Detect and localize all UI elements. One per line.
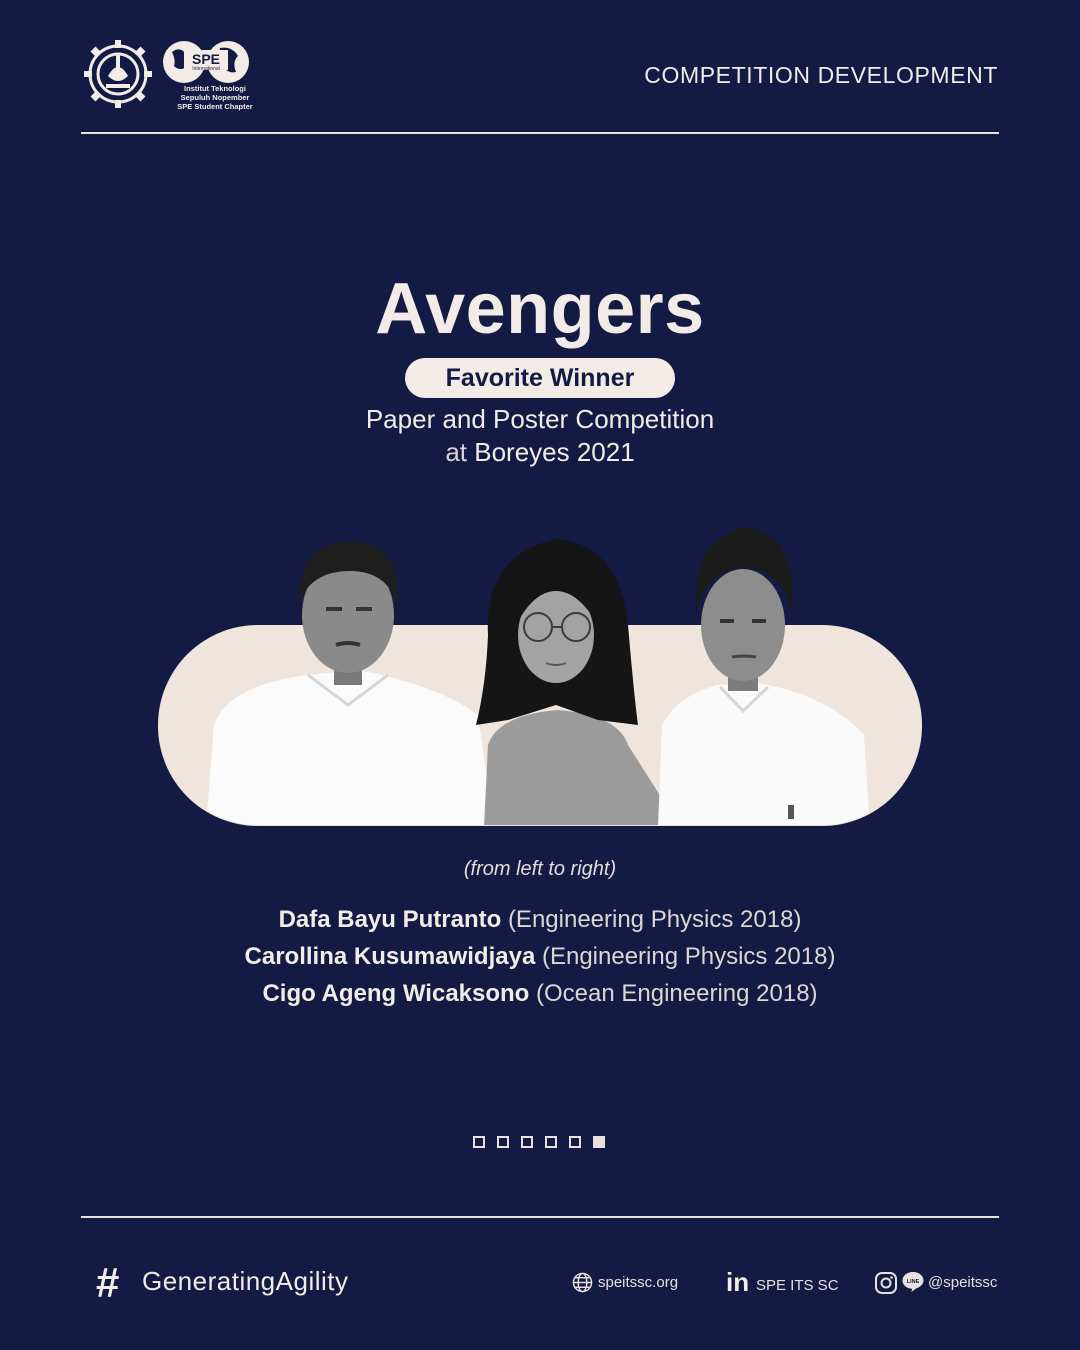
spe-badge-text: SPE bbox=[192, 51, 220, 67]
pagination-dot[interactable] bbox=[545, 1136, 557, 1148]
logo-caption-line: Sepuluh Nopember bbox=[180, 93, 250, 102]
member-name: Cigo Ageng Wicaksono bbox=[262, 980, 530, 1007]
competition-name: Paper and Poster Competition bbox=[365, 404, 715, 434]
order-note: (from left to right) bbox=[463, 858, 617, 880]
logo-caption-line: SPE Student Chapter bbox=[177, 102, 253, 111]
pagination-dot[interactable] bbox=[521, 1136, 533, 1148]
section-label: COMPETITION DEVELOPMENT bbox=[644, 62, 998, 88]
member-line: Cigo Ageng Wicaksono (Ocean Engineering … bbox=[0, 980, 1080, 1008]
carousel-pagination bbox=[473, 1136, 605, 1148]
team-photo bbox=[158, 527, 922, 826]
member-dept: (Engineering Physics 2018) bbox=[541, 943, 836, 970]
header-divider bbox=[81, 132, 999, 134]
linkedin-icon[interactable]: in bbox=[726, 1269, 749, 1295]
member-name: Carollina Kusumawidjaya bbox=[244, 943, 536, 970]
team-name: Avengers bbox=[375, 269, 705, 349]
member-name: Dafa Bayu Putranto bbox=[278, 906, 502, 933]
line-icon-text: LINE bbox=[907, 1279, 920, 1285]
linkedin-link[interactable]: SPE ITS SC bbox=[756, 1277, 839, 1294]
spe-badge-subtext: International bbox=[192, 66, 220, 72]
event-name: Boreyes 2021 bbox=[474, 437, 635, 467]
logo-group: SPE International Institut Teknologi Sep… bbox=[80, 36, 255, 114]
award-badge: Favorite Winner bbox=[405, 358, 675, 398]
member-line: Carollina Kusumawidjaya (Engineering Phy… bbox=[0, 943, 1080, 971]
member-line: Dafa Bayu Putranto (Engineering Physics … bbox=[0, 906, 1080, 934]
logo-caption: Institut Teknologi Sepuluh Nopember SPE … bbox=[170, 84, 260, 111]
event-prefix: at bbox=[445, 437, 467, 467]
hashtag-icon: # bbox=[96, 1259, 120, 1306]
event-line: at Boreyes 2021 bbox=[0, 437, 1080, 468]
logo-caption-line: Institut Teknologi bbox=[184, 84, 246, 93]
pagination-dot[interactable] bbox=[497, 1136, 509, 1148]
social-handle[interactable]: @speitssc bbox=[928, 1274, 997, 1291]
footer-divider bbox=[81, 1216, 999, 1218]
hashtag-text: GeneratingAgility bbox=[142, 1266, 349, 1296]
pagination-dot[interactable] bbox=[473, 1136, 485, 1148]
member-dept: (Ocean Engineering 2018) bbox=[536, 980, 818, 1007]
line-icon[interactable]: LINE bbox=[901, 1270, 925, 1294]
pagination-dot[interactable] bbox=[593, 1136, 605, 1148]
globe-icon bbox=[572, 1272, 593, 1293]
its-gear-logo bbox=[84, 40, 152, 108]
spe-globe-logo: SPE International bbox=[163, 41, 249, 83]
member-dept: (Engineering Physics 2018) bbox=[507, 906, 802, 933]
website-link[interactable]: speitssc.org bbox=[598, 1274, 678, 1291]
instagram-icon[interactable] bbox=[874, 1271, 898, 1295]
pagination-dot[interactable] bbox=[569, 1136, 581, 1148]
